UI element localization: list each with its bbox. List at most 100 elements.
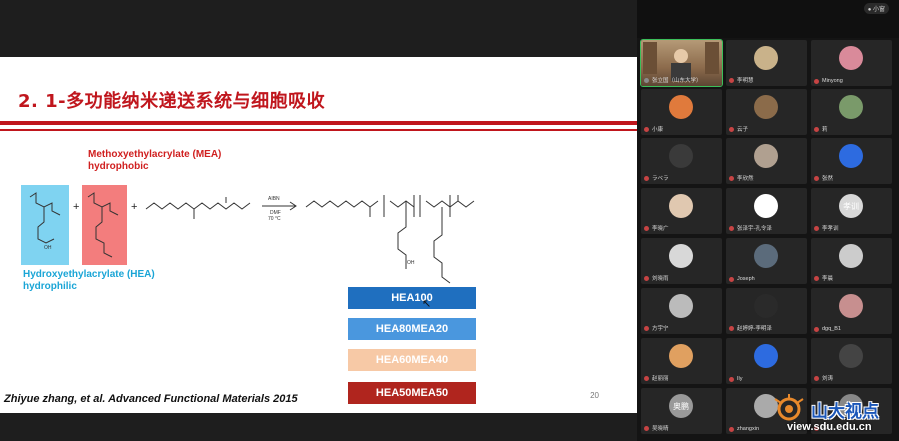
- microphone-icon: [644, 425, 649, 431]
- participant-tile[interactable]: 赵婷婷-李明泽: [726, 288, 807, 334]
- participant-avatar: [839, 46, 863, 70]
- participant-name: 吴晓晴: [644, 424, 669, 432]
- participant-avatar: [669, 144, 693, 168]
- participant-tile[interactable]: 云子: [726, 89, 807, 135]
- participant-name: 张然: [814, 174, 833, 182]
- microphone-icon: [729, 325, 734, 331]
- participant-name: 李晓广: [644, 224, 669, 232]
- participant-tile[interactable]: 李欣然: [726, 138, 807, 184]
- microphone-icon: [644, 77, 649, 83]
- participant-tile[interactable]: 张泽宇-孔令泽: [726, 188, 807, 234]
- hea-property: hydrophilic: [23, 281, 77, 292]
- screen: 2. 1-多功能纳米递送系统与细胞吸收 Methoxyethylacrylate…: [0, 0, 899, 441]
- microphone-icon: [644, 325, 649, 331]
- participant-name: 张立国（山东大学）: [644, 76, 702, 84]
- hea-sidechain: [37, 207, 55, 244]
- microphone-icon: [729, 426, 734, 432]
- watermark: 山大视点 view.sdu.edu.cn: [765, 393, 895, 439]
- participant-name: 小康: [644, 125, 663, 133]
- microphone-icon: [644, 375, 649, 381]
- participant-tile[interactable]: 刘涛: [811, 338, 892, 384]
- participant-avatar: [839, 95, 863, 119]
- participant-tile[interactable]: 张立国（山东大学）: [640, 39, 723, 87]
- participant-avatar: [839, 294, 863, 318]
- citation: Zhiyue zhang, et al. Advanced Functional…: [4, 393, 298, 405]
- participant-name: ラベラ: [644, 174, 669, 182]
- participant-name: 赵丽丽: [644, 374, 669, 382]
- microphone-icon: [814, 275, 819, 281]
- participant-tile[interactable]: ラベラ: [641, 138, 722, 184]
- microphone-icon: [729, 376, 734, 382]
- participant-tile[interactable]: 李晨: [811, 238, 892, 284]
- participant-avatar: [669, 194, 693, 218]
- participant-name: 李明慧: [729, 76, 754, 84]
- participant-name: 刘涛: [814, 374, 833, 382]
- participant-name: 莉: [814, 125, 828, 133]
- product-oh-label: OH: [407, 260, 415, 266]
- participant-avatar: [839, 344, 863, 368]
- participant-avatar: 孝训: [839, 194, 863, 218]
- microphone-icon: [729, 126, 734, 132]
- hea-backbone: [29, 192, 61, 216]
- participant-tile[interactable]: dgq_B1: [811, 288, 892, 334]
- participant-avatar: [669, 294, 693, 318]
- reaction-scheme: OH AIBN DMF 70 °C OH: [29, 192, 475, 284]
- raft-chain: [145, 202, 251, 210]
- product-raft-end: [305, 200, 379, 208]
- page-number: 20: [590, 391, 599, 400]
- participant-tile[interactable]: 奥鹏 吴晓晴: [641, 388, 722, 434]
- participant-tile[interactable]: 孝训 李孝训: [811, 188, 892, 234]
- microphone-icon: [814, 78, 819, 84]
- participant-tile[interactable]: Minyong: [811, 40, 892, 86]
- participant-name: 李欣然: [729, 174, 754, 182]
- participant-name: Joseph: [729, 276, 755, 282]
- microphone-icon: [729, 77, 734, 83]
- participant-tile[interactable]: 刘晓雨: [641, 238, 722, 284]
- participant-name: 云子: [729, 125, 748, 133]
- participant-tile[interactable]: Ily: [726, 338, 807, 384]
- mea-backbone: [87, 192, 119, 216]
- microphone-icon: [729, 225, 734, 231]
- microphone-icon: [644, 225, 649, 231]
- participant-name: 方宇宁: [644, 324, 669, 332]
- participant-avatar: [754, 46, 778, 70]
- participant-tile[interactable]: 方宇宁: [641, 288, 722, 334]
- participant-avatar: [754, 194, 778, 218]
- sdu-logo-icon: [774, 394, 804, 421]
- shared-slide: 2. 1-多功能纳米递送系统与细胞吸收 Methoxyethylacrylate…: [0, 57, 637, 413]
- participant-name: 李晨: [814, 274, 833, 282]
- watermark-url: view.sdu.edu.cn: [787, 421, 872, 433]
- polymer-backbone: [383, 195, 475, 217]
- reagent-label: AIBN: [268, 196, 280, 202]
- microphone-icon: [729, 175, 734, 181]
- participant-avatar: [754, 144, 778, 168]
- participant-name: 李孝训: [814, 224, 839, 232]
- participant-avatar: [669, 344, 693, 368]
- mini-window-button[interactable]: ● 小窗: [863, 3, 889, 14]
- participant-avatar: [669, 95, 693, 119]
- microphone-icon: [814, 225, 819, 231]
- participant-tile[interactable]: 赵丽丽: [641, 338, 722, 384]
- participant-name: Ily: [729, 376, 743, 382]
- participant-name: 张泽宇-孔令泽: [729, 224, 772, 232]
- mouse-cursor-icon: ↖: [422, 298, 432, 310]
- participant-tile[interactable]: 李明慧: [726, 40, 807, 86]
- temperature-label: 70 °C: [268, 216, 281, 222]
- microphone-icon: [644, 275, 649, 281]
- participant-tile[interactable]: 莉: [811, 89, 892, 135]
- microphone-icon: [814, 375, 819, 381]
- participant-name: 刘晓雨: [644, 274, 669, 282]
- participant-tile[interactable]: 张然: [811, 138, 892, 184]
- participant-tile[interactable]: Joseph: [726, 238, 807, 284]
- participant-avatar: [754, 95, 778, 119]
- mea-sidechain: [95, 207, 113, 258]
- microphone-icon: [644, 175, 649, 181]
- participant-name: dgq_B1: [814, 326, 841, 332]
- participant-name: Minyong: [814, 78, 843, 84]
- bar-hea80mea20: HEA80MEA20: [348, 318, 476, 340]
- participant-tile[interactable]: 小康: [641, 89, 722, 135]
- participant-panel: ● 小窗 张立国（山东大学） 李明慧 Minyong 小康 云子 莉ラベラ 李欣然 张然李晓广…: [637, 0, 899, 441]
- participant-tile[interactable]: 李晓广: [641, 188, 722, 234]
- participant-avatar: [839, 144, 863, 168]
- hea-label-block: Hydroxyethylacrylate (HEA) hydrophilic: [23, 269, 155, 293]
